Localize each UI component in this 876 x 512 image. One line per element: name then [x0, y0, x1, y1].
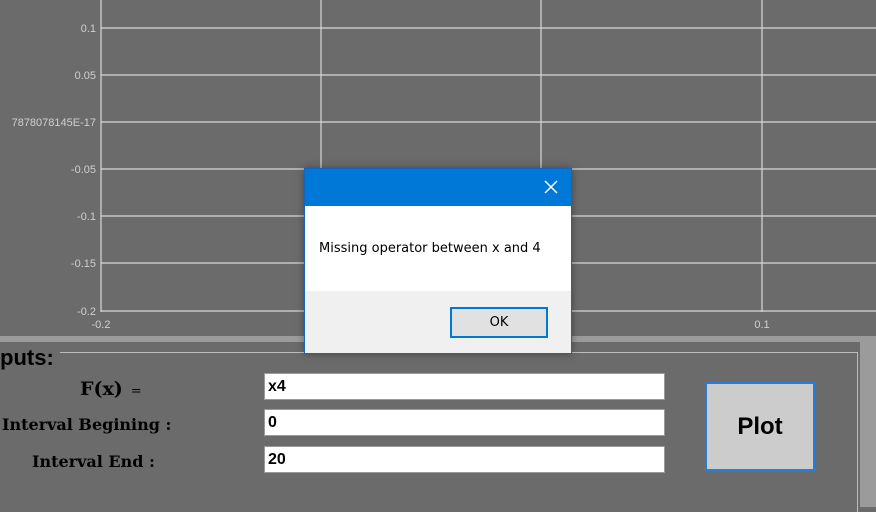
ok-button[interactable]: OK [450, 307, 548, 338]
y-tick-label: 7878078145E-17 [12, 117, 96, 129]
error-dialog: Missing operator between x and 4 OK [304, 168, 572, 354]
interval-start-input[interactable] [264, 409, 665, 436]
close-icon[interactable] [543, 179, 559, 195]
interval-start-label: Interval Begining : [2, 415, 172, 434]
y-tick-label: -0.05 [71, 164, 96, 176]
dialog-message: Missing operator between x and 4 [319, 241, 541, 256]
fx-label: F(x) [80, 378, 123, 400]
dialog-footer: OK [305, 291, 571, 353]
x-tick-label: -0.2 [92, 319, 111, 331]
y-tick-label: 0.1 [81, 23, 96, 35]
interval-end-input[interactable] [264, 446, 665, 473]
fx-equals: = [130, 384, 142, 399]
dialog-title-bar [305, 169, 571, 206]
interval-end-label: Interval End : [32, 452, 155, 471]
y-tick-label: -0.15 [71, 258, 96, 270]
x-tick-label: 0.1 [754, 319, 769, 331]
y-tick-label: 0.05 [75, 70, 96, 82]
y-tick-label: -0.2 [77, 306, 96, 318]
y-axis-ticks: 0.1 0.05 7878078145E-17 -0.05 -0.1 -0.15… [12, 23, 96, 318]
plot-button[interactable]: Plot [705, 382, 815, 471]
y-tick-label: -0.1 [77, 211, 96, 223]
fx-input[interactable] [264, 373, 665, 400]
fx-label-row: F(x) = [80, 378, 142, 400]
right-edge-bar [860, 336, 876, 507]
inputs-panel-title: puts: [0, 344, 60, 372]
